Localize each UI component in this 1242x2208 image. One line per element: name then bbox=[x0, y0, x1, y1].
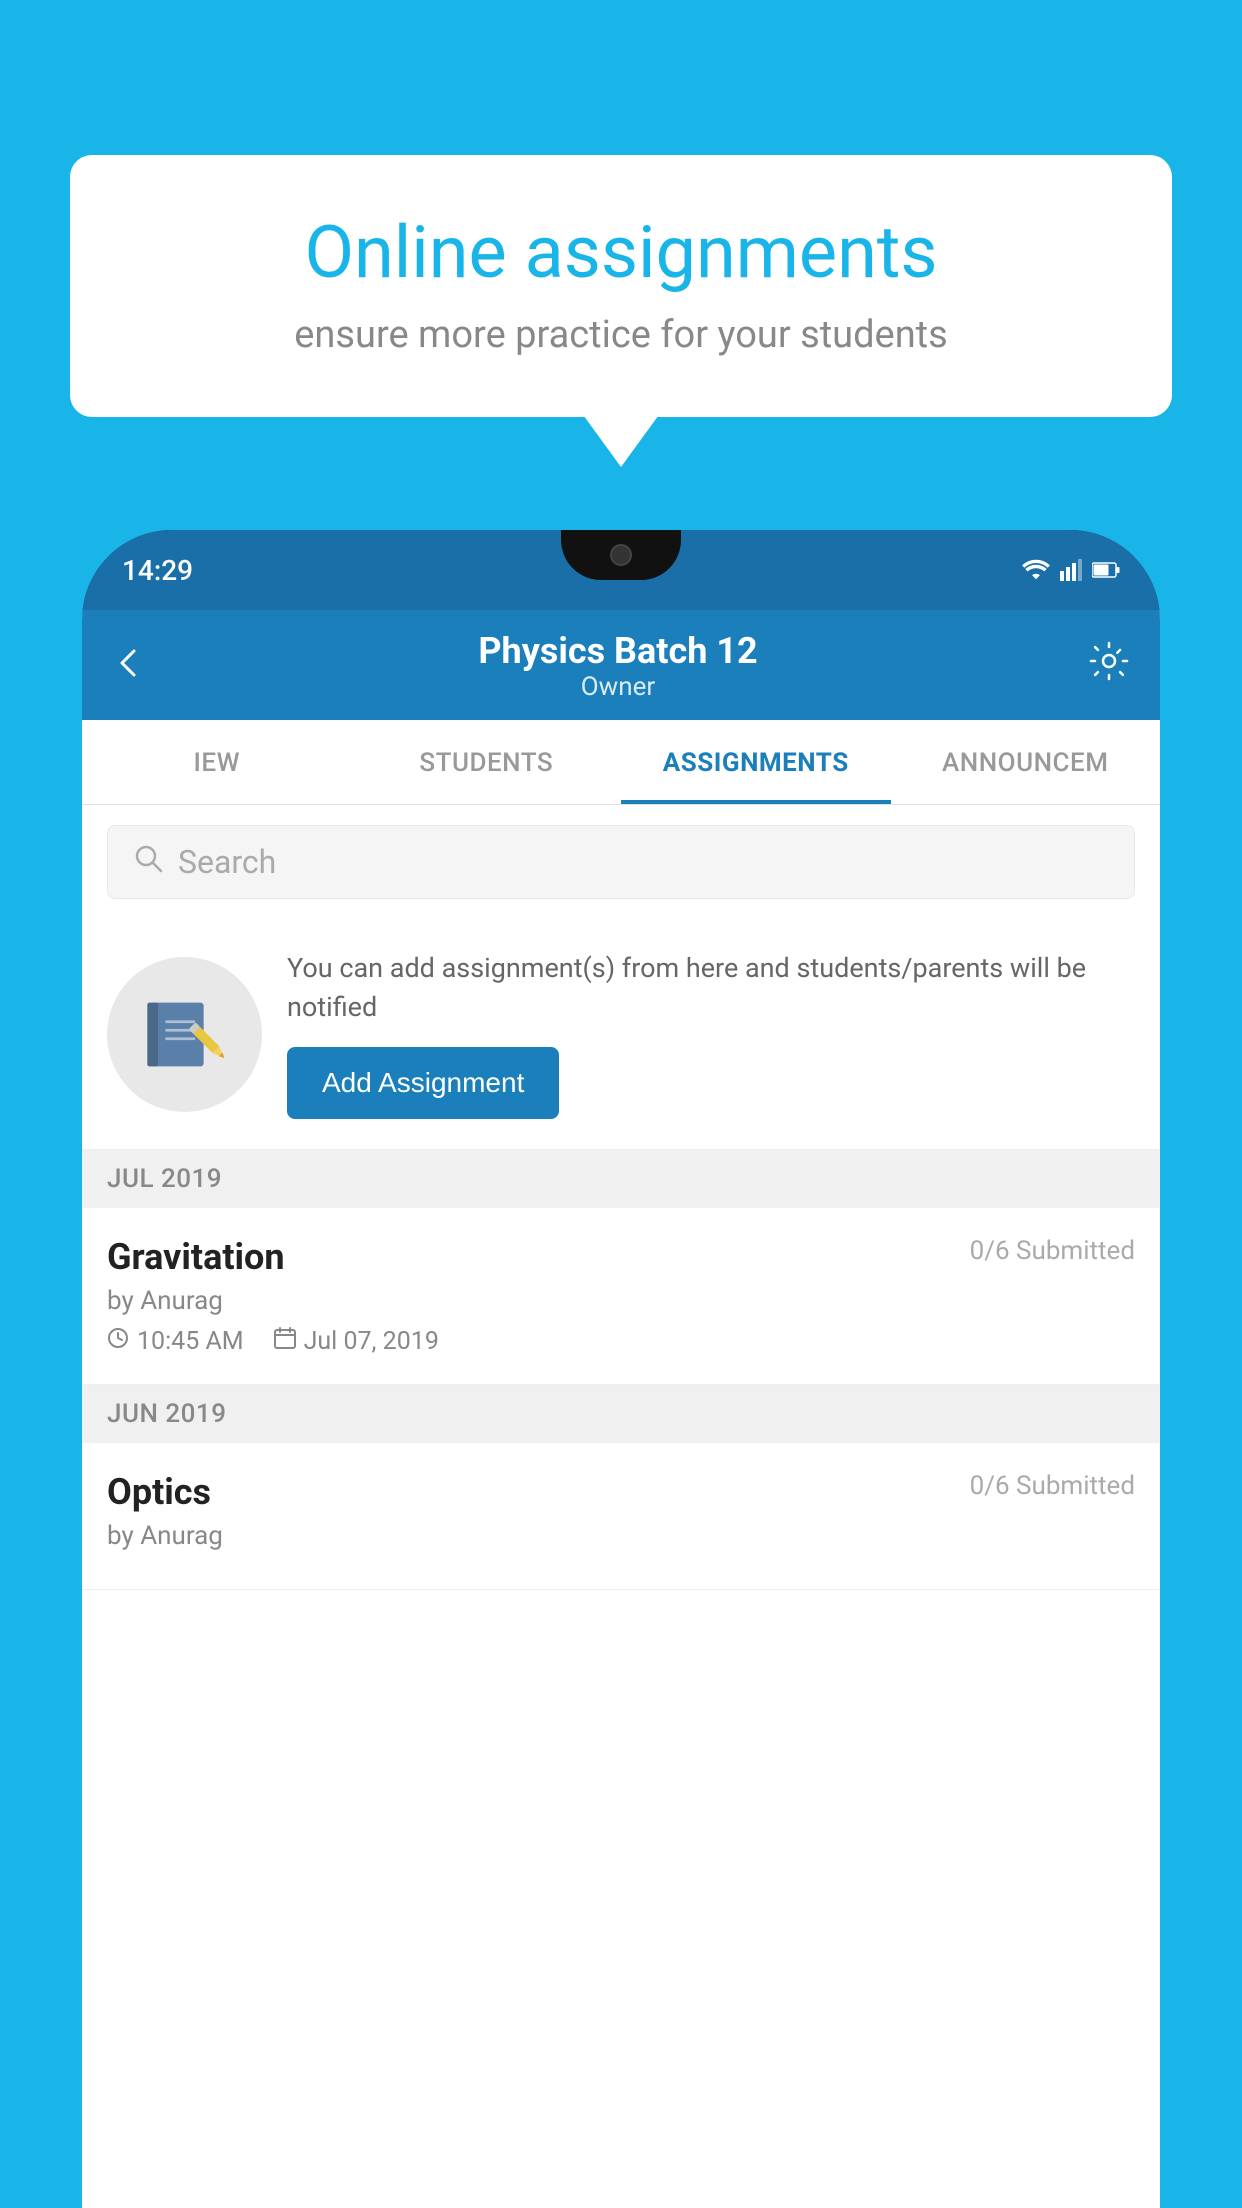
promo-description: You can add assignment(s) from here and … bbox=[287, 949, 1135, 1027]
signal-icon bbox=[1060, 559, 1082, 581]
notebook-icon bbox=[142, 992, 227, 1077]
search-icon bbox=[133, 842, 163, 882]
calendar-icon bbox=[274, 1326, 296, 1356]
assignment-title-gravitation: Gravitation bbox=[107, 1236, 285, 1278]
status-bar: 14:29 bbox=[82, 530, 1160, 610]
assignment-title-optics: Optics bbox=[107, 1471, 211, 1513]
tab-assignments[interactable]: ASSIGNMENTS bbox=[621, 720, 891, 804]
promo-text-section: You can add assignment(s) from here and … bbox=[287, 949, 1135, 1119]
settings-button[interactable] bbox=[1088, 640, 1130, 692]
speech-bubble-subtitle: ensure more practice for your students bbox=[140, 313, 1102, 357]
search-placeholder: Search bbox=[178, 843, 276, 881]
assignment-time-item: 10:45 AM bbox=[107, 1326, 244, 1356]
promo-icon-circle bbox=[107, 957, 262, 1112]
status-time: 14:29 bbox=[122, 554, 193, 587]
month-separator-jul: JUL 2019 bbox=[82, 1150, 1160, 1208]
batch-subtitle: Owner bbox=[478, 672, 757, 702]
speech-bubble-container: Online assignments ensure more practice … bbox=[70, 155, 1172, 417]
month-separator-jun: JUN 2019 bbox=[82, 1385, 1160, 1443]
back-button[interactable] bbox=[112, 640, 148, 692]
header-title-section: Physics Batch 12 Owner bbox=[478, 630, 757, 702]
tab-announcements[interactable]: ANNOUNCEM bbox=[891, 720, 1161, 804]
assignment-author-optics: by Anurag bbox=[107, 1521, 1135, 1551]
assignment-meta-gravitation: 10:45 AM Jul 07, 2019 bbox=[107, 1326, 1135, 1356]
battery-icon bbox=[1092, 562, 1120, 578]
search-bar-container: Search bbox=[82, 805, 1160, 919]
speech-bubble: Online assignments ensure more practice … bbox=[70, 155, 1172, 417]
assignment-time: 10:45 AM bbox=[137, 1327, 244, 1356]
add-assignment-button[interactable]: Add Assignment bbox=[287, 1047, 559, 1119]
assignment-date: Jul 07, 2019 bbox=[304, 1327, 439, 1356]
status-icons bbox=[1022, 559, 1120, 581]
app-header: Physics Batch 12 Owner bbox=[82, 610, 1160, 720]
assignment-submitted-optics: 0/6 Submitted bbox=[970, 1471, 1135, 1501]
batch-title: Physics Batch 12 bbox=[478, 630, 757, 672]
camera-icon bbox=[610, 544, 632, 566]
search-bar[interactable]: Search bbox=[107, 825, 1135, 899]
tabs-container: IEW STUDENTS ASSIGNMENTS ANNOUNCEM bbox=[82, 720, 1160, 805]
assignment-item-gravitation[interactable]: Gravitation 0/6 Submitted by Anurag 10:4… bbox=[82, 1208, 1160, 1385]
assignment-submitted-gravitation: 0/6 Submitted bbox=[970, 1236, 1135, 1266]
assignment-row1: Gravitation 0/6 Submitted bbox=[107, 1236, 1135, 1278]
clock-icon bbox=[107, 1326, 129, 1356]
assignment-author-gravitation: by Anurag bbox=[107, 1286, 1135, 1316]
assignment-item-optics[interactable]: Optics 0/6 Submitted by Anurag bbox=[82, 1443, 1160, 1590]
phone-inner: Physics Batch 12 Owner IEW STUDENTS ASSI… bbox=[82, 610, 1160, 2208]
optics-row1: Optics 0/6 Submitted bbox=[107, 1471, 1135, 1513]
phone-notch bbox=[561, 530, 681, 580]
speech-bubble-title: Online assignments bbox=[140, 210, 1102, 295]
promo-section: You can add assignment(s) from here and … bbox=[82, 919, 1160, 1150]
assignment-date-item: Jul 07, 2019 bbox=[274, 1326, 439, 1356]
tab-students[interactable]: STUDENTS bbox=[352, 720, 622, 804]
wifi-icon bbox=[1022, 559, 1050, 581]
tab-iew[interactable]: IEW bbox=[82, 720, 352, 804]
phone-frame: 14:29 bbox=[82, 530, 1160, 2208]
